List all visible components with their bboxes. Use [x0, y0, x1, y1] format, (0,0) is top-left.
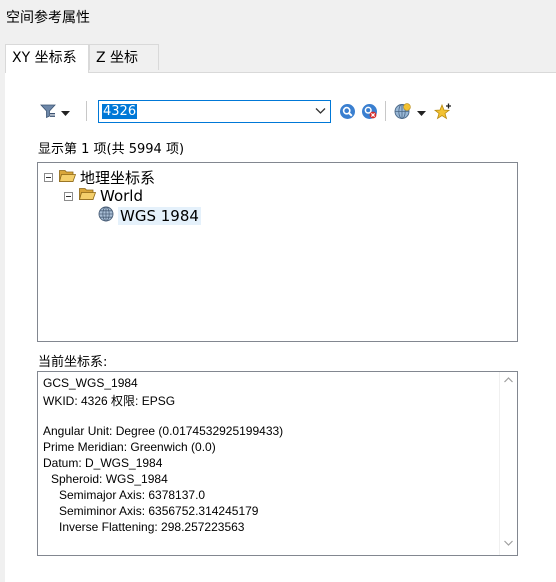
search-combobox[interactable]: 4326: [98, 100, 331, 123]
detail-line: Prime Meridian: Greenwich (0.0): [43, 440, 216, 454]
detail-line: Semimajor Axis: 6378137.0: [59, 488, 206, 502]
detail-line: Semiminor Axis: 6356752.314245179: [59, 504, 259, 518]
detail-line: Inverse Flattening: 298.257223563: [59, 520, 245, 534]
detail-line: WKID: 4326 权限: EPSG: [43, 394, 176, 408]
folder-open-icon: [78, 187, 97, 205]
filter-icon: [40, 103, 56, 123]
detail-line: Spheroid: WGS_1984: [51, 472, 168, 486]
add-to-favorites-button[interactable]: [433, 103, 452, 124]
search-input[interactable]: 4326: [102, 104, 138, 119]
tree-node-label: World: [100, 187, 143, 205]
detail-line: Datum: D_WGS_1984: [43, 456, 163, 470]
window-title: 空间参考属性: [6, 10, 90, 26]
tree-node-wgs-1984[interactable]: WGS 1984: [98, 206, 201, 226]
current-coordinate-system-label: 当前坐标系:: [38, 355, 108, 370]
tab-z-coordinate-system[interactable]: Z 坐标系: [89, 44, 159, 92]
toolbar-separator: [86, 101, 87, 121]
filter-dropdown-button[interactable]: [40, 103, 70, 123]
search-button[interactable]: [339, 103, 356, 124]
tree-node-world[interactable]: World: [64, 187, 143, 205]
chevron-down-icon: [61, 106, 70, 121]
scroll-up-icon[interactable]: [504, 376, 513, 386]
clear-search-button[interactable]: [361, 103, 378, 124]
collapse-icon[interactable]: [64, 191, 73, 201]
tab-xy-coordinate-system[interactable]: XY 坐标系: [5, 44, 89, 73]
add-coordinate-system-button[interactable]: [394, 103, 426, 124]
details-scrollbar[interactable]: [499, 372, 517, 555]
tree-node-geographic[interactable]: 地理坐标系: [44, 167, 155, 188]
globe-icon: [98, 206, 114, 226]
coordinate-system-tree[interactable]: 地理坐标系 World WGS 1984: [37, 162, 518, 342]
search-icon: [339, 103, 356, 124]
toolbar-separator: [385, 101, 386, 121]
globe-add-icon: [394, 103, 411, 124]
star-add-icon: [433, 103, 452, 124]
clear-search-icon: [361, 103, 378, 124]
scroll-down-icon[interactable]: [504, 539, 513, 549]
detail-line: GCS_WGS_1984: [43, 376, 138, 390]
collapse-icon[interactable]: [44, 173, 53, 182]
tree-node-label: 地理坐标系: [80, 169, 156, 187]
chevron-down-icon[interactable]: [315, 105, 326, 121]
folder-open-icon: [58, 169, 77, 187]
coordinate-system-details[interactable]: GCS_WGS_1984 WKID: 4326 权限: EPSG Angular…: [37, 371, 518, 556]
tree-node-label: WGS 1984: [118, 207, 201, 225]
result-summary: 显示第 1 项(共 5994 项): [38, 142, 185, 157]
detail-line: Angular Unit: Degree (0.0174532925199433…: [43, 424, 284, 438]
chevron-down-icon: [417, 106, 426, 121]
